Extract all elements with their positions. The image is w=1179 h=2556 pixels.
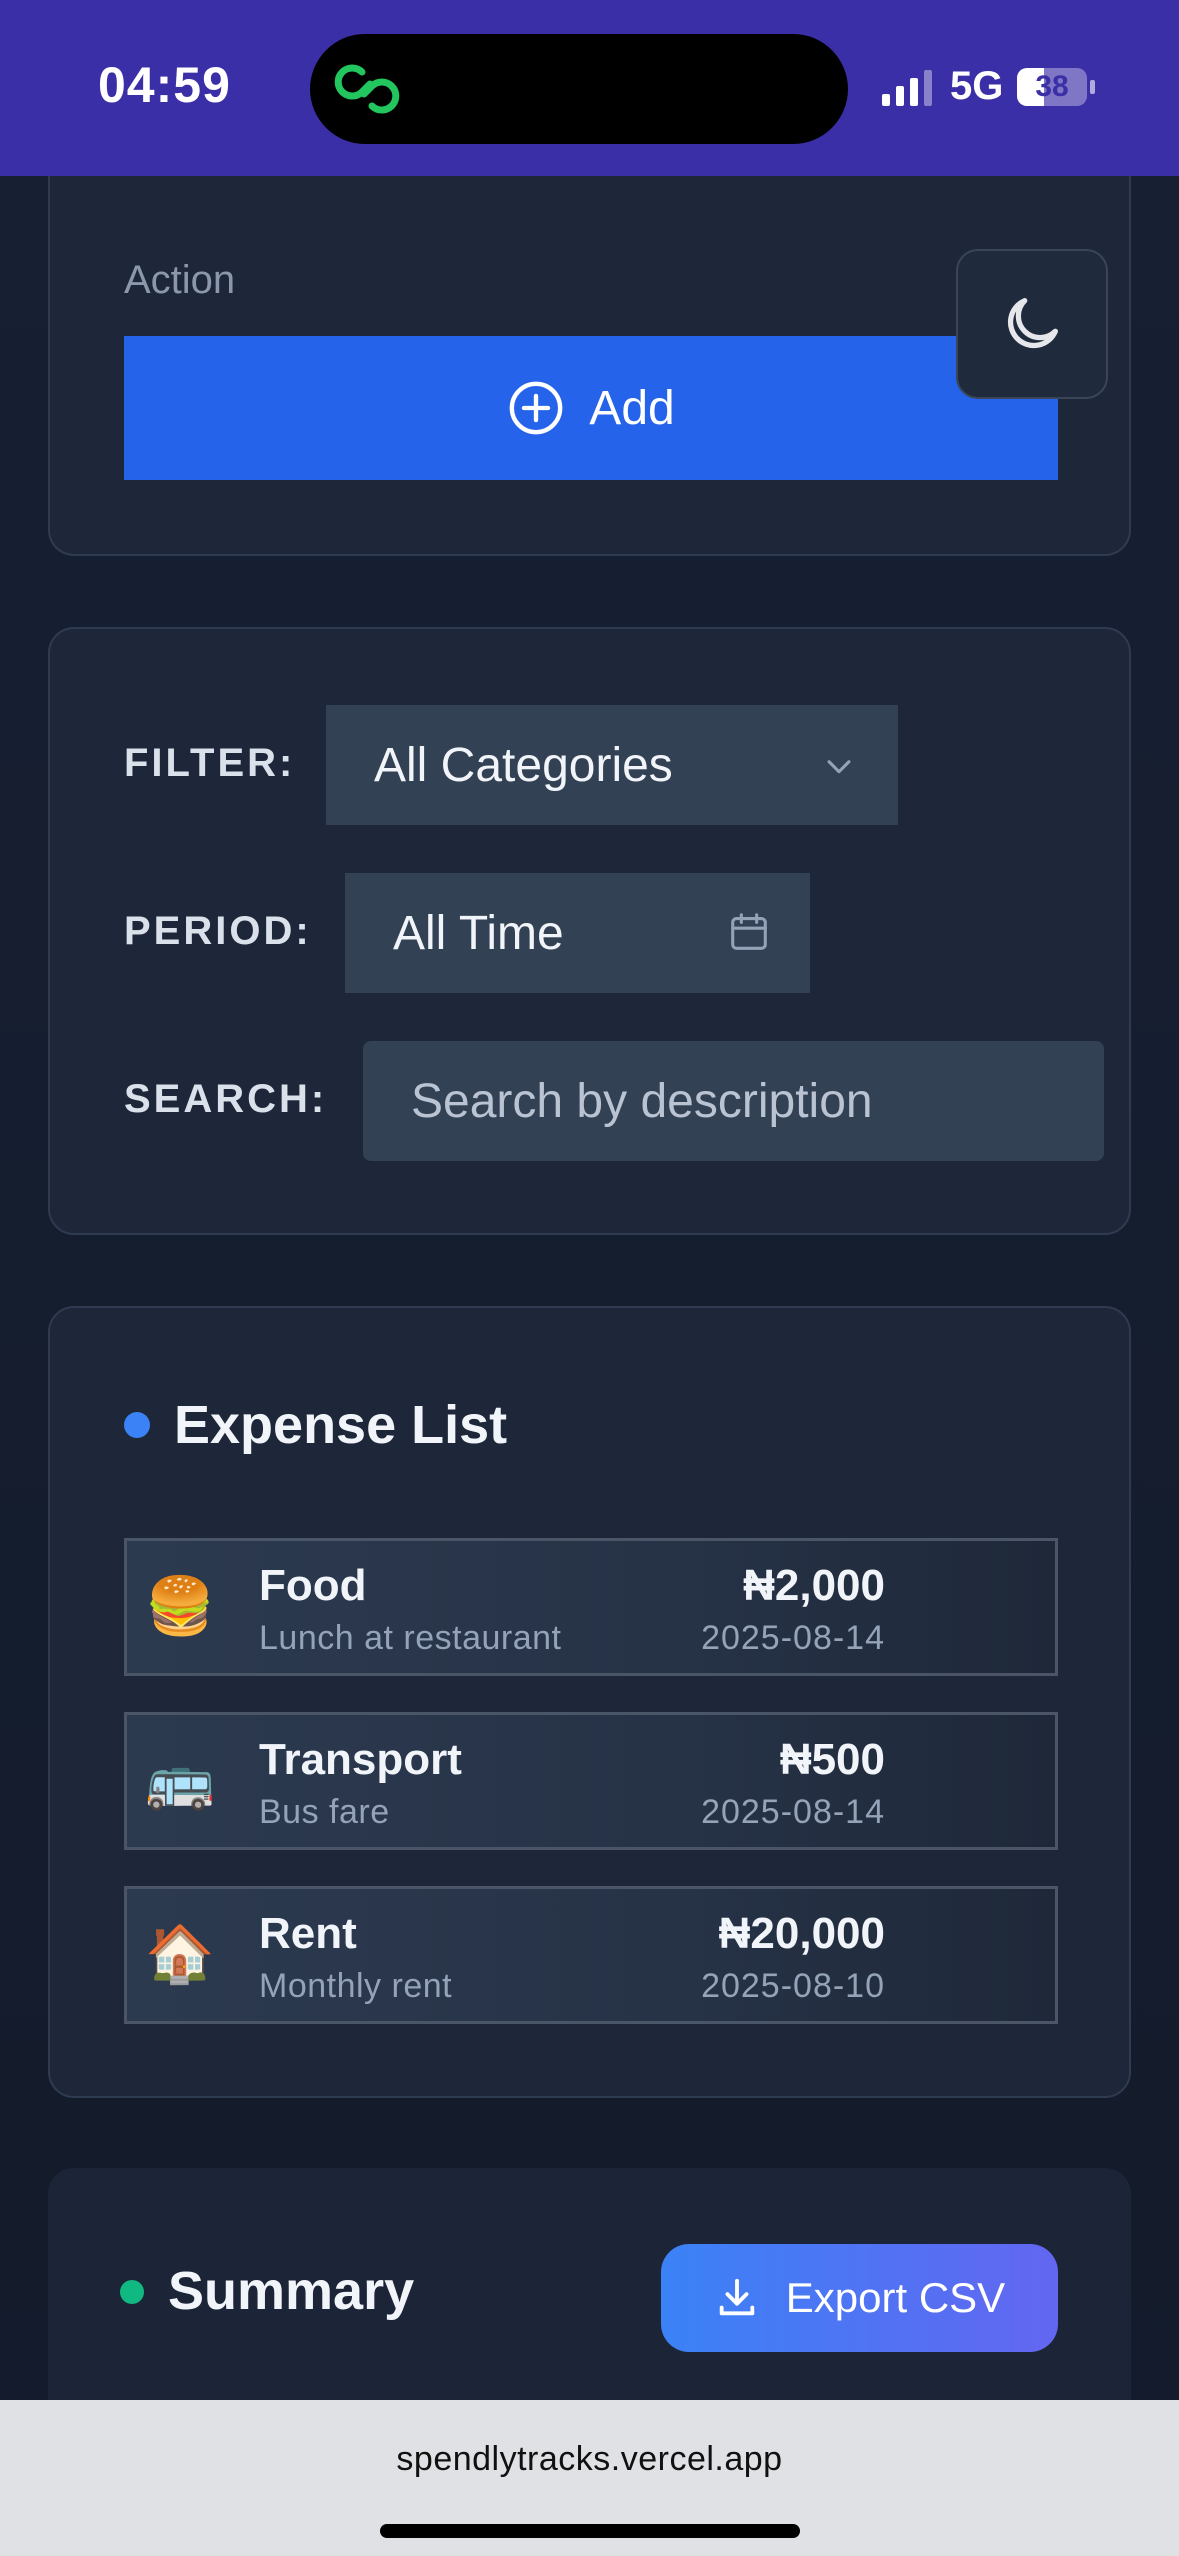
add-button-label: Add: [589, 381, 675, 435]
expense-date: 2025-08-10: [701, 1967, 885, 2005]
expense-description: Bus fare: [259, 1793, 390, 1831]
export-csv-label: Export CSV: [785, 2274, 1006, 2321]
action-label: Action: [124, 258, 236, 302]
expense-date: 2025-08-14: [701, 1793, 885, 1831]
battery-icon: 38: [1017, 68, 1095, 106]
expense-category: Food: [259, 1561, 367, 1610]
search-placeholder: Search by description: [411, 1074, 873, 1128]
expense-category: Rent: [259, 1909, 357, 1958]
plus-circle-icon: [509, 381, 563, 435]
signal-icon: [882, 70, 932, 106]
expense-item[interactable]: 🍔 Food Lunch at restaurant ₦2,000 2025-0…: [124, 1538, 1058, 1676]
page: 04:59 5G 38 Action Add FILTER: All Categ…: [0, 0, 1179, 2556]
expense-item[interactable]: 🚌 Transport Bus fare ₦500 2025-08-14: [124, 1712, 1058, 1850]
expense-description: Lunch at restaurant: [259, 1619, 562, 1657]
house-icon: 🏠: [145, 1922, 215, 1987]
bus-icon: 🚌: [145, 1748, 215, 1813]
network-type: 5G: [950, 64, 1004, 108]
url-text[interactable]: spendlytracks.vercel.app: [0, 2440, 1179, 2479]
expense-description: Monthly rent: [259, 1967, 453, 2005]
period-select-value: All Time: [393, 906, 564, 960]
browser-url-bar[interactable]: spendlytracks.vercel.app: [0, 2400, 1179, 2556]
expense-list-title: Expense List: [174, 1395, 508, 1455]
calendar-icon: [731, 913, 767, 950]
status-bar: 04:59 5G 38: [0, 0, 1179, 176]
expense-date: 2025-08-14: [701, 1619, 885, 1657]
summary-title: Summary: [168, 2261, 415, 2321]
period-select[interactable]: All Time: [345, 873, 810, 993]
filter-card: FILTER: All Categories PERIOD: All Time …: [48, 627, 1131, 1235]
period-label: PERIOD:: [124, 909, 312, 953]
expense-amount: ₦2,000: [743, 1561, 885, 1610]
search-input[interactable]: Search by description: [363, 1041, 1104, 1161]
section-dot: [120, 2280, 144, 2304]
dynamic-island: [310, 34, 848, 144]
home-indicator[interactable]: [380, 2524, 800, 2538]
expense-category: Transport: [259, 1735, 462, 1784]
moon-icon: [1007, 298, 1058, 349]
category-select[interactable]: All Categories: [326, 705, 898, 825]
add-button[interactable]: Add: [124, 336, 1058, 480]
search-label: SEARCH:: [124, 1077, 328, 1121]
clock: 04:59: [98, 57, 231, 113]
expense-list-card: Expense List 🍔 Food Lunch at restaurant …: [48, 1306, 1131, 2098]
section-dot: [124, 1412, 150, 1438]
battery-percent: 38: [1035, 70, 1069, 103]
expense-item[interactable]: 🏠 Rent Monthly rent ₦20,000 2025-08-10: [124, 1886, 1058, 2024]
link-chain-icon: [334, 64, 400, 114]
category-select-value: All Categories: [374, 738, 673, 792]
expense-amount: ₦20,000: [718, 1909, 885, 1958]
download-icon: [719, 2278, 755, 2316]
expense-amount: ₦500: [779, 1735, 885, 1784]
burger-icon: 🍔: [145, 1574, 215, 1639]
theme-toggle-button[interactable]: [956, 249, 1108, 399]
export-csv-button[interactable]: Export CSV: [661, 2244, 1058, 2352]
filter-label: FILTER:: [124, 741, 296, 785]
chevron-down-icon: [827, 760, 851, 774]
